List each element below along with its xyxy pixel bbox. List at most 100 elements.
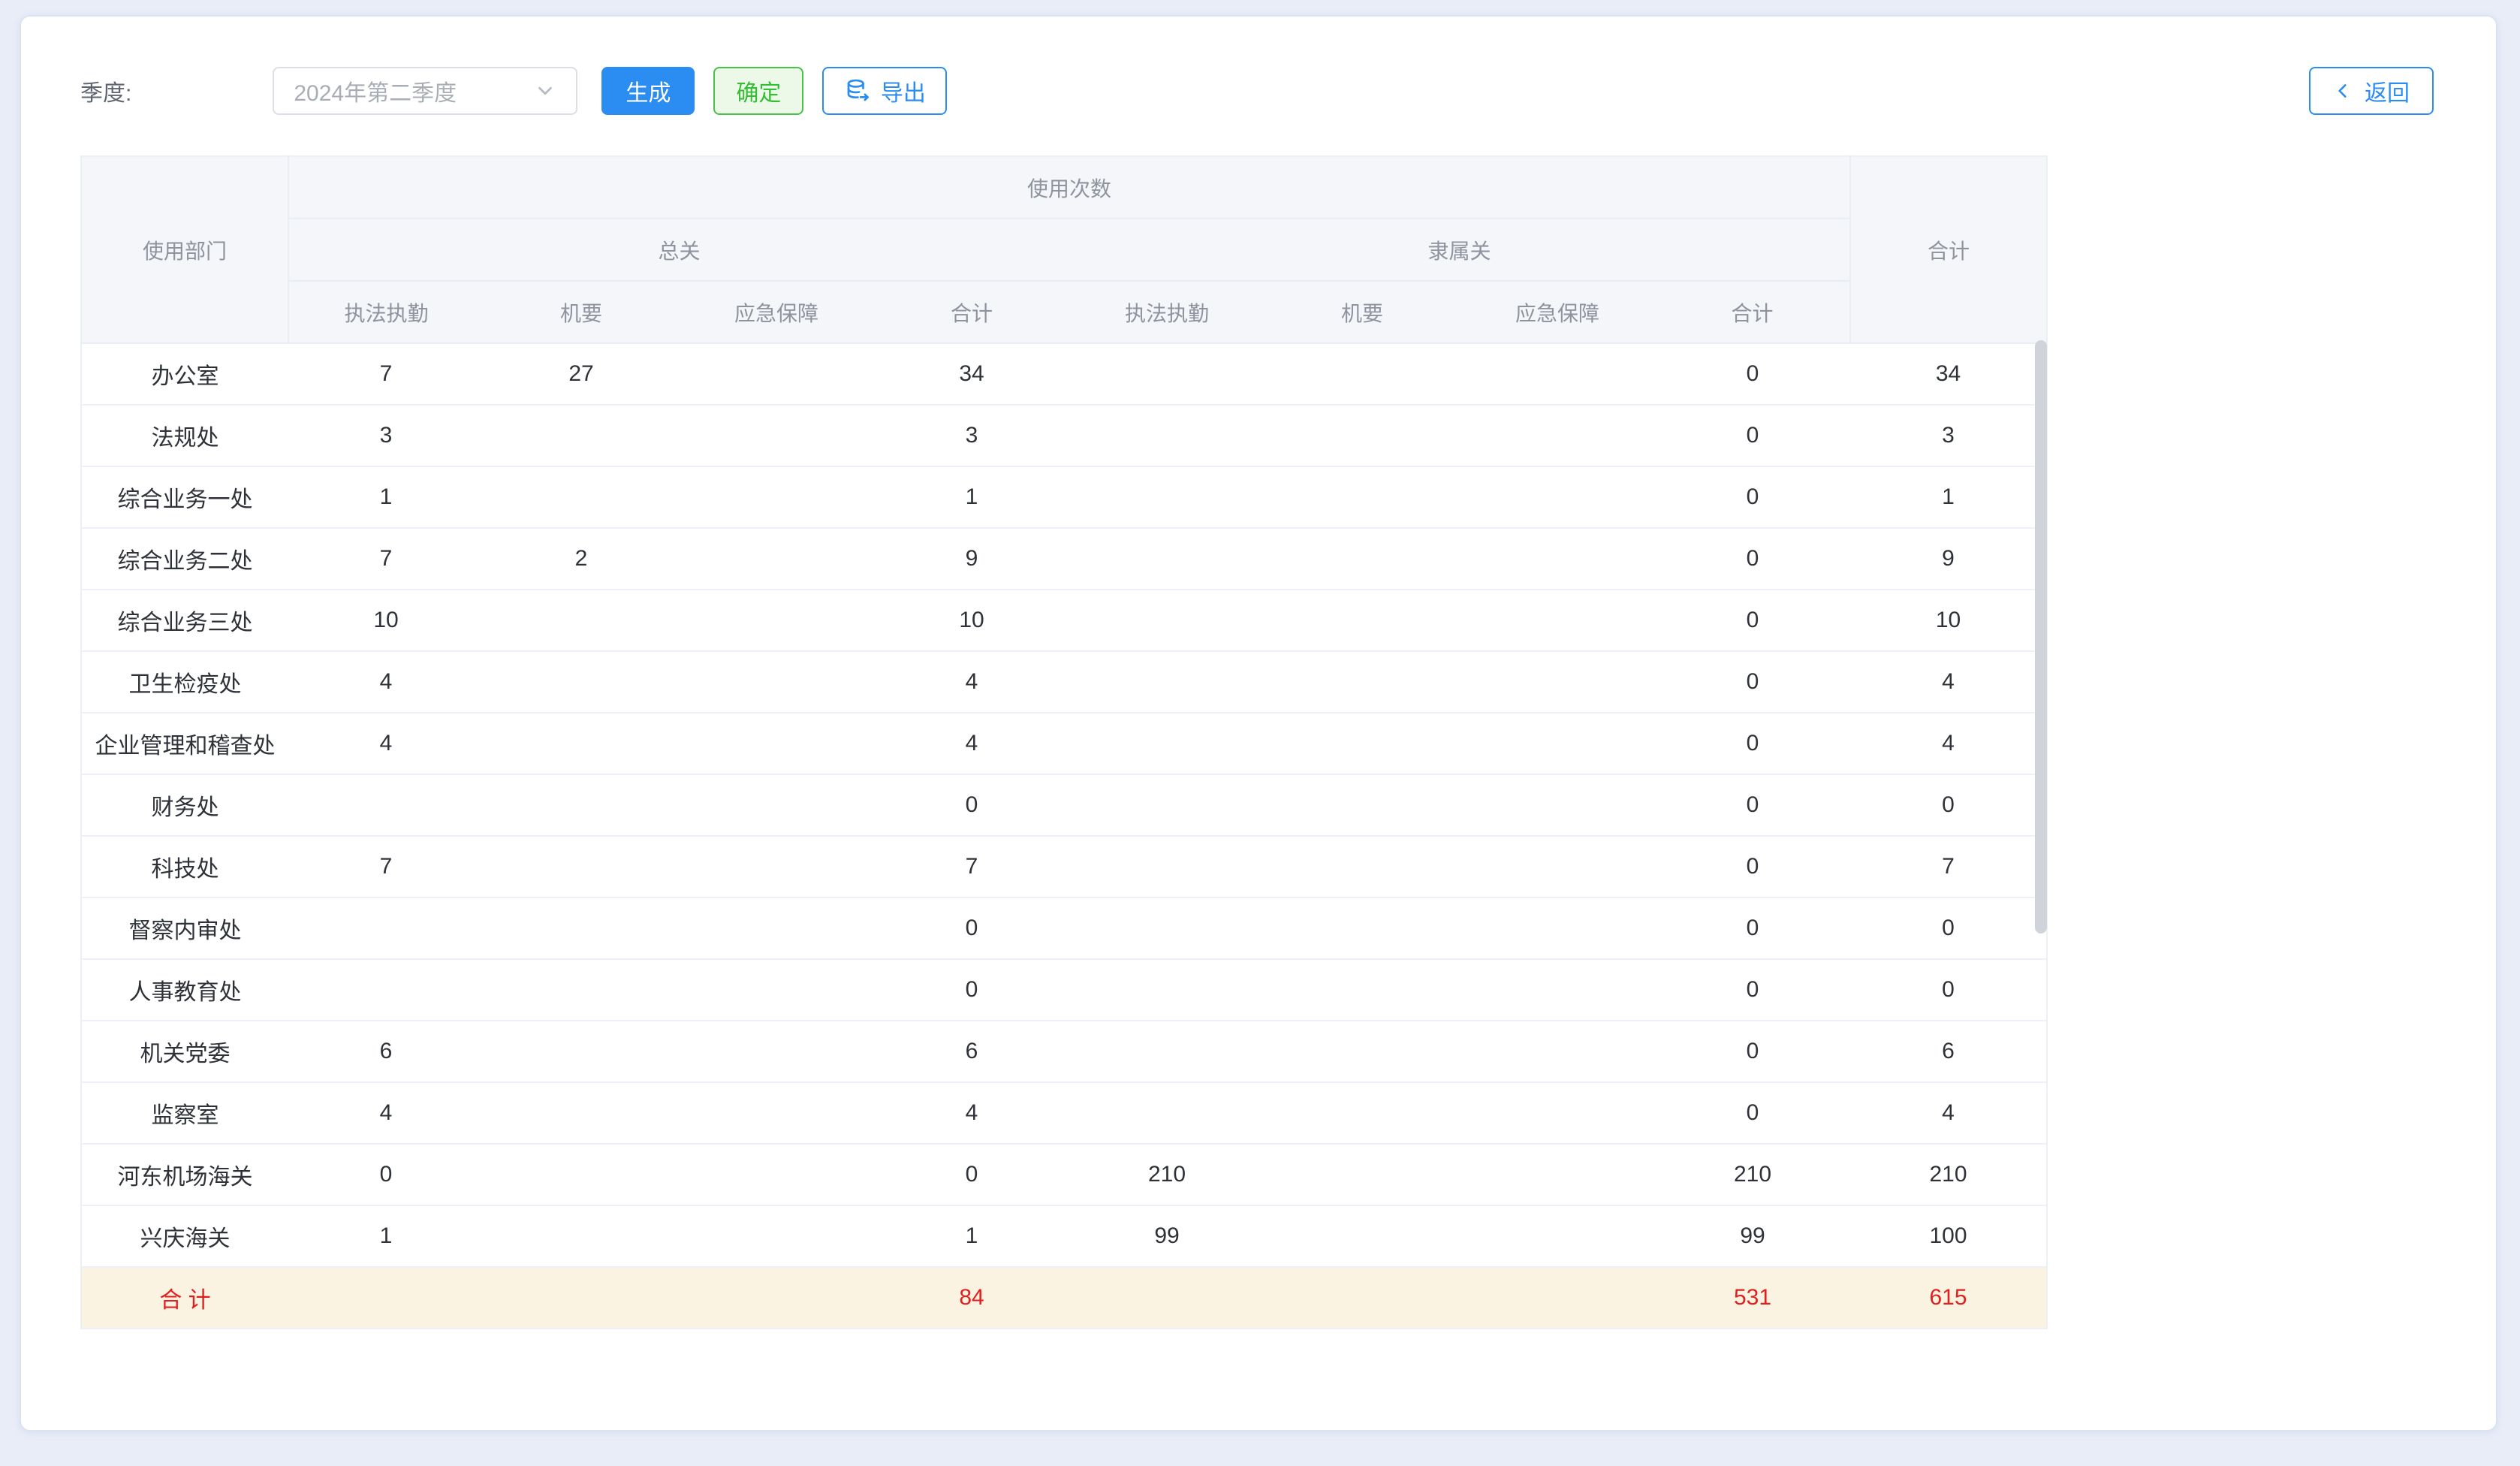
value-cell: 84 xyxy=(874,1267,1069,1329)
value-cell xyxy=(679,1144,874,1205)
value-cell: 210 xyxy=(1069,1144,1265,1205)
value-cell: 10 xyxy=(874,590,1069,651)
table-row: 科技处7707 xyxy=(81,836,2047,897)
value-cell xyxy=(288,1267,484,1329)
value-cell xyxy=(484,651,679,713)
dept-cell: 兴庆海关 xyxy=(81,1205,288,1267)
value-cell: 7 xyxy=(874,836,1069,897)
value-cell xyxy=(679,651,874,713)
database-export-icon xyxy=(844,77,871,104)
value-cell xyxy=(1265,466,1460,528)
confirm-button[interactable]: 确定 xyxy=(713,67,803,115)
value-cell xyxy=(679,1082,874,1144)
value-cell xyxy=(1069,466,1265,528)
table-row: 监察室4404 xyxy=(81,1082,2047,1144)
value-cell xyxy=(484,1267,679,1329)
export-button[interactable]: 导出 xyxy=(822,67,947,115)
value-cell xyxy=(1265,528,1460,590)
header-col: 应急保障 xyxy=(679,281,874,343)
value-cell: 0 xyxy=(1850,774,2047,836)
value-cell: 1 xyxy=(288,1205,484,1267)
back-button[interactable]: 返回 xyxy=(2309,67,2434,115)
dept-cell: 督察内审处 xyxy=(81,897,288,959)
value-cell xyxy=(288,774,484,836)
value-cell xyxy=(484,1082,679,1144)
table-row: 兴庆海关119999100 xyxy=(81,1205,2047,1267)
value-cell xyxy=(288,897,484,959)
dept-cell: 合 计 xyxy=(81,1267,288,1329)
value-cell: 10 xyxy=(1850,590,2047,651)
value-cell: 9 xyxy=(1850,528,2047,590)
chevron-left-icon xyxy=(2333,81,2353,101)
value-cell xyxy=(679,1021,874,1082)
value-cell xyxy=(679,590,874,651)
table-row: 综合业务二处72909 xyxy=(81,528,2047,590)
value-cell: 2 xyxy=(484,528,679,590)
dept-cell: 综合业务一处 xyxy=(81,466,288,528)
value-cell xyxy=(679,713,874,774)
value-cell: 0 xyxy=(1655,405,1850,466)
value-cell xyxy=(1265,651,1460,713)
header-col: 执法执勤 xyxy=(288,281,484,343)
value-cell xyxy=(1265,343,1460,405)
value-cell xyxy=(1460,1267,1655,1329)
value-cell xyxy=(484,466,679,528)
value-cell: 4 xyxy=(1850,651,2047,713)
dept-cell: 综合业务二处 xyxy=(81,528,288,590)
value-cell: 4 xyxy=(1850,713,2047,774)
panel-card: 季度: 2024年第二季度 生成 确定 导 xyxy=(20,15,2497,1431)
header-usage-group: 使用次数 xyxy=(288,156,1850,219)
back-button-label: 返回 xyxy=(2365,74,2410,107)
quarter-select[interactable]: 2024年第二季度 xyxy=(273,67,577,115)
value-cell: 0 xyxy=(1850,959,2047,1021)
value-cell: 4 xyxy=(288,713,484,774)
value-cell xyxy=(1460,959,1655,1021)
value-cell xyxy=(1460,774,1655,836)
value-cell: 99 xyxy=(1655,1205,1850,1267)
value-cell xyxy=(679,1205,874,1267)
value-cell xyxy=(1460,343,1655,405)
usage-table: 使用部门 使用次数 合计 总关 隶属关 执法执勤 机要 应急保障 合计 执法执勤… xyxy=(80,155,2048,1329)
value-cell xyxy=(679,1267,874,1329)
value-cell: 6 xyxy=(288,1021,484,1082)
value-cell xyxy=(679,343,874,405)
value-cell xyxy=(484,1144,679,1205)
table-row: 督察内审处000 xyxy=(81,897,2047,959)
header-dept: 使用部门 xyxy=(81,156,288,343)
header-col: 合计 xyxy=(1655,281,1850,343)
value-cell: 1 xyxy=(1850,466,2047,528)
header-sub-customs: 隶属关 xyxy=(1069,219,1850,281)
value-cell: 6 xyxy=(1850,1021,2047,1082)
value-cell: 0 xyxy=(1655,528,1850,590)
value-cell xyxy=(1069,774,1265,836)
value-cell xyxy=(484,713,679,774)
header-grand-total: 合计 xyxy=(1850,156,2047,343)
value-cell: 0 xyxy=(1655,466,1850,528)
value-cell: 3 xyxy=(1850,405,2047,466)
value-cell: 0 xyxy=(1655,897,1850,959)
vertical-scrollbar[interactable] xyxy=(2035,340,2047,934)
table-body: 办公室72734034法规处3303综合业务一处1101综合业务二处72909综… xyxy=(81,343,2047,1329)
value-cell xyxy=(484,590,679,651)
value-cell xyxy=(484,405,679,466)
value-cell xyxy=(1460,1082,1655,1144)
table-row: 办公室72734034 xyxy=(81,343,2047,405)
generate-button[interactable]: 生成 xyxy=(601,67,695,115)
header-col: 执法执勤 xyxy=(1069,281,1265,343)
value-cell xyxy=(1460,1144,1655,1205)
value-cell: 34 xyxy=(1850,343,2047,405)
value-cell: 0 xyxy=(288,1144,484,1205)
dept-cell: 人事教育处 xyxy=(81,959,288,1021)
value-cell xyxy=(1069,343,1265,405)
value-cell xyxy=(1069,590,1265,651)
value-cell: 6 xyxy=(874,1021,1069,1082)
value-cell xyxy=(1460,651,1655,713)
value-cell xyxy=(1265,1144,1460,1205)
table-row: 综合业务三处1010010 xyxy=(81,590,2047,651)
value-cell xyxy=(1460,528,1655,590)
value-cell: 210 xyxy=(1850,1144,2047,1205)
value-cell xyxy=(1069,1082,1265,1144)
value-cell: 7 xyxy=(1850,836,2047,897)
quarter-select-value: 2024年第二季度 xyxy=(294,74,457,107)
value-cell xyxy=(1460,713,1655,774)
